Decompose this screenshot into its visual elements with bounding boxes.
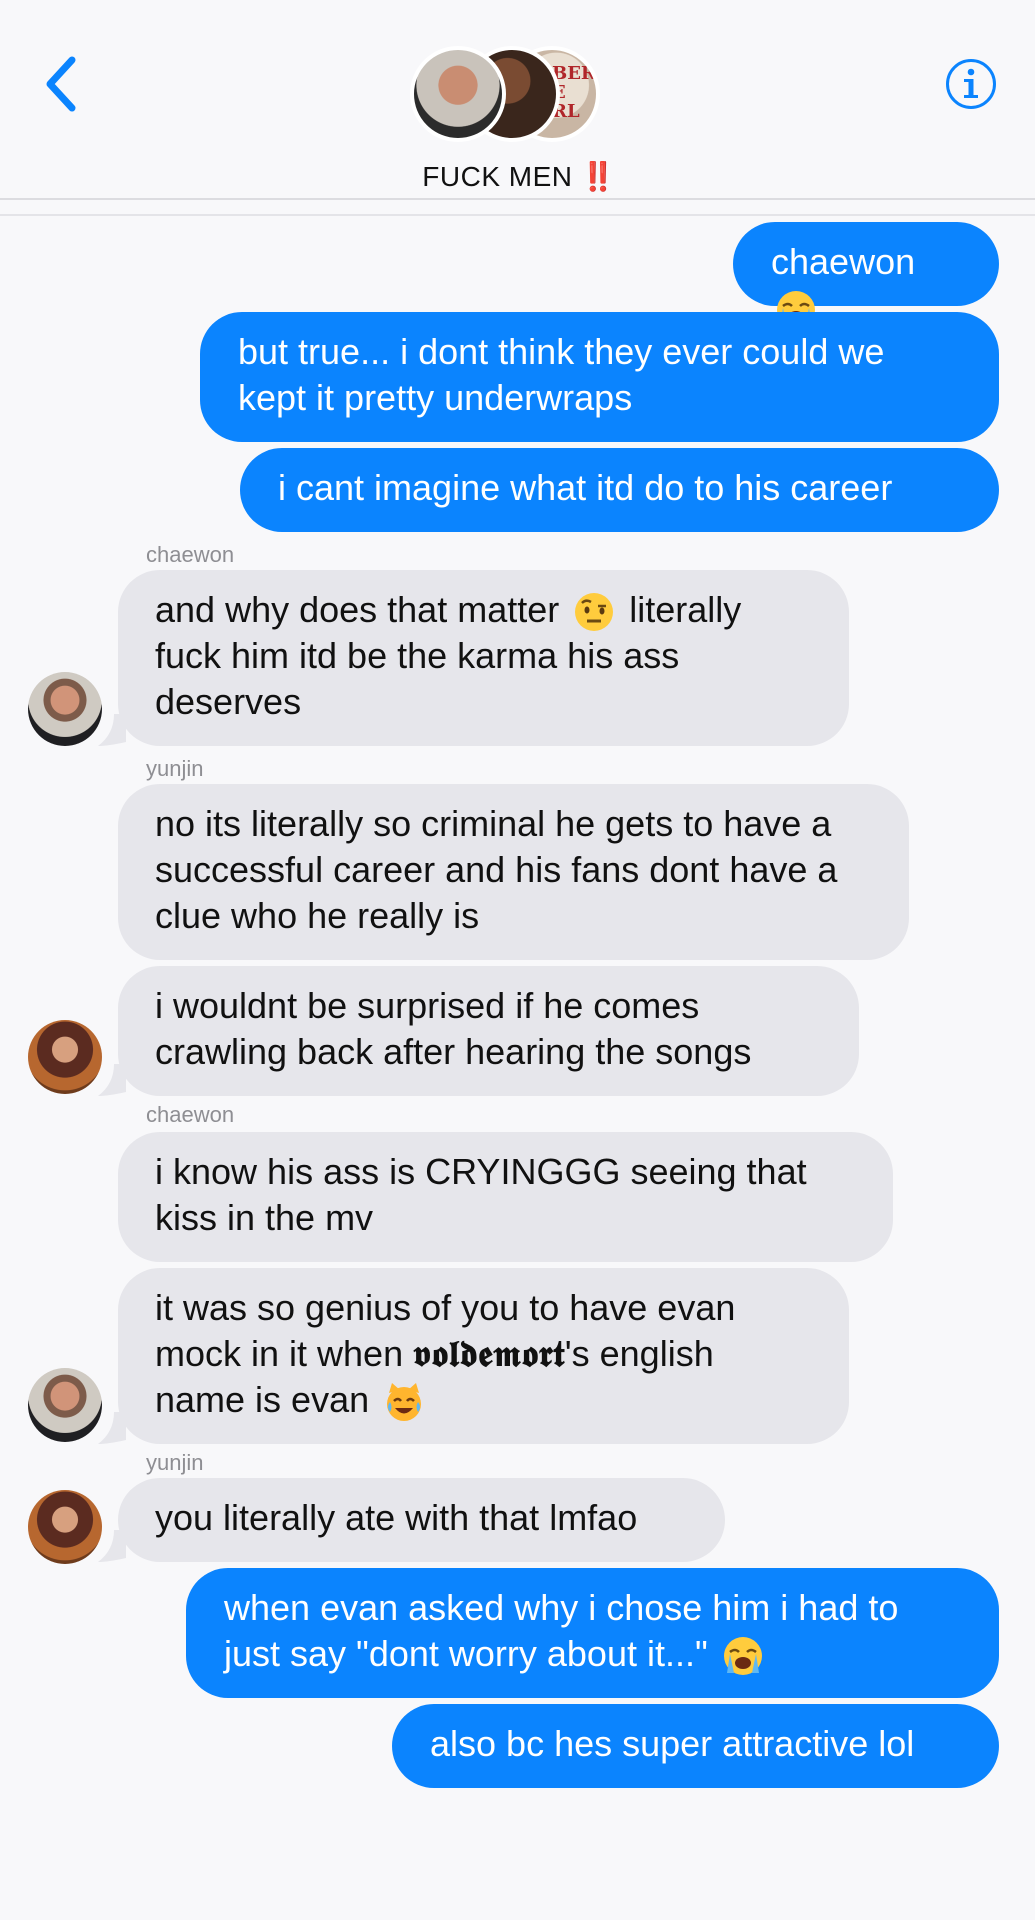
sender-name: yunjin: [146, 1450, 204, 1475]
message-text: also bc hes super attractive lol: [430, 1723, 915, 1764]
bubble-tail: [98, 714, 126, 746]
group-avatar-stack[interactable]: BERERL: [410, 46, 610, 150]
message-text: no its literally so criminal he gets to …: [155, 803, 838, 936]
info-button[interactable]: [945, 58, 997, 110]
received-message-bubble[interactable]: i wouldnt be surprised if he comes crawl…: [118, 966, 859, 1096]
sent-message-bubble[interactable]: chaewon: [733, 222, 999, 331]
sent-message-bubble[interactable]: when evan asked why i chose him i had to…: [186, 1568, 999, 1698]
loudly-crying-face-icon: [722, 1636, 764, 1677]
message-text: you literally ate with that lmfao: [155, 1497, 638, 1538]
avatar-yunjin[interactable]: [28, 1490, 102, 1564]
message-text: chaewon: [771, 241, 916, 282]
conversation-header: BERERL FUCK MEN ‼️: [0, 0, 1035, 200]
info-icon: [946, 59, 996, 109]
sender-name: yunjin: [146, 756, 204, 781]
header-divider: [0, 214, 1035, 216]
received-message-bubble[interactable]: you literally ate with that lmfao: [118, 1478, 725, 1562]
message-text: when evan asked why i chose him i had to…: [224, 1587, 899, 1674]
sender-name: chaewon: [146, 542, 235, 567]
styled-message-text: 𝖛𝖔𝖑𝖉𝖊𝖒𝖔𝖗𝖙: [413, 1333, 565, 1375]
received-message-bubble[interactable]: it was so genius of you to have evan moc…: [118, 1268, 849, 1444]
avatar-yunjin[interactable]: [28, 1020, 102, 1094]
group-title-text: FUCK MEN: [422, 161, 573, 192]
avatar-chaewon[interactable]: [28, 672, 102, 746]
message-text: i know his ass is CRYINGGG seeing that k…: [155, 1151, 807, 1238]
bubble-tail: [98, 1530, 126, 1562]
group-title[interactable]: FUCK MEN ‼️: [0, 160, 1035, 193]
message-text: and why does that matter: [155, 589, 560, 630]
received-message-bubble[interactable]: no its literally so criminal he gets to …: [118, 784, 909, 960]
bubble-tail: [98, 1064, 126, 1096]
sender-name: chaewon: [146, 1102, 235, 1127]
sent-message-bubble[interactable]: i cant imagine what itd do to his career: [240, 448, 999, 532]
message-text: i cant imagine what itd do to his career: [278, 467, 893, 508]
received-message-bubble[interactable]: i know his ass is CRYINGGG seeing that k…: [118, 1132, 893, 1262]
sent-message-bubble[interactable]: also bc hes super attractive lol: [392, 1704, 999, 1788]
received-message-bubble[interactable]: and why does that matter literally fuck h…: [118, 570, 849, 746]
chevron-left-icon: [46, 56, 76, 112]
bubble-tail: [98, 1412, 126, 1444]
back-button[interactable]: [40, 54, 90, 114]
double-exclamation-icon: ‼️: [580, 161, 616, 192]
group-avatar-1: [410, 46, 506, 142]
message-text: but true... i dont think they ever could…: [238, 331, 885, 418]
avatar-chaewon[interactable]: [28, 1368, 102, 1442]
face-with-raised-eyebrow-icon: [573, 591, 615, 633]
cat-face-with-tears-of-joy-icon: [385, 1382, 423, 1423]
sent-message-bubble[interactable]: but true... i dont think they ever could…: [200, 312, 999, 442]
message-text: i wouldnt be surprised if he comes crawl…: [155, 985, 752, 1072]
